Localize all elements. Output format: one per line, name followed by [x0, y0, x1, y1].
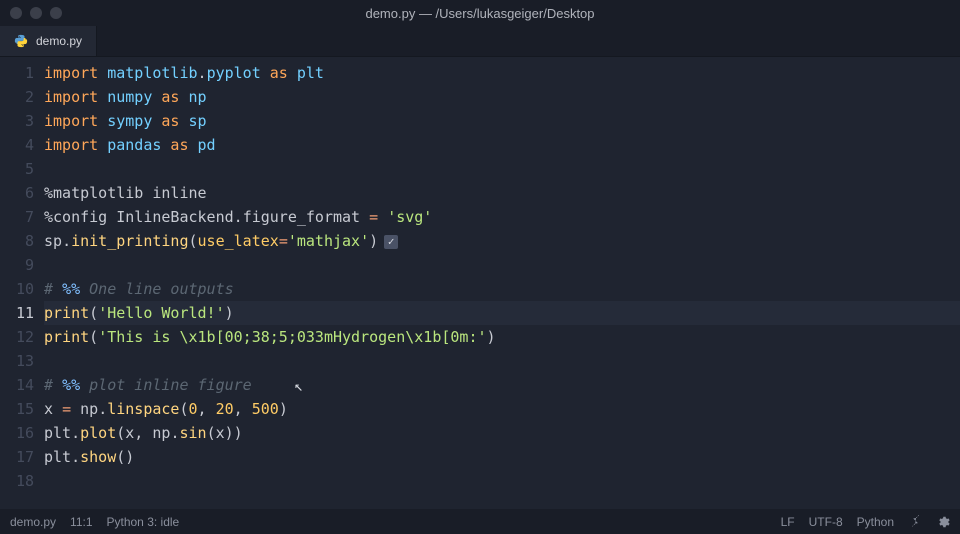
code-line[interactable]: # %% One line outputs	[44, 277, 960, 301]
python-file-icon	[14, 34, 28, 48]
line-number: 7	[0, 205, 44, 229]
code-line[interactable]: import numpy as np	[44, 85, 960, 109]
cell-executed-icon: ✓	[384, 235, 398, 249]
gear-icon[interactable]	[936, 515, 950, 529]
line-number: 5	[0, 157, 44, 181]
line-number: 10	[0, 277, 44, 301]
code-line[interactable]: import sympy as sp	[44, 109, 960, 133]
code-line[interactable]: print('This is \x1b[00;38;5;033mHydrogen…	[44, 325, 960, 349]
status-cursor-position[interactable]: 11:1	[70, 515, 92, 529]
tab-label: demo.py	[36, 34, 82, 48]
status-line-ending[interactable]: LF	[781, 515, 795, 529]
editor[interactable]: 123456789101112131415161718 ↖ import mat…	[0, 57, 960, 509]
status-language[interactable]: Python	[857, 515, 894, 529]
line-number: 11	[0, 301, 44, 325]
code-line[interactable]	[44, 253, 960, 277]
code-line[interactable]: plt.show()	[44, 445, 960, 469]
line-number: 1	[0, 61, 44, 85]
status-file[interactable]: demo.py	[10, 515, 56, 529]
code-line[interactable]	[44, 469, 960, 493]
status-encoding[interactable]: UTF-8	[809, 515, 843, 529]
line-number: 3	[0, 109, 44, 133]
window-title: demo.py — /Users/lukasgeiger/Desktop	[0, 6, 960, 21]
pin-icon[interactable]	[908, 515, 922, 529]
titlebar: demo.py — /Users/lukasgeiger/Desktop	[0, 0, 960, 26]
line-number: 6	[0, 181, 44, 205]
status-bar: demo.py 11:1 Python 3: idle LF UTF-8 Pyt…	[0, 509, 960, 534]
code-line[interactable]: import pandas as pd	[44, 133, 960, 157]
line-number: 17	[0, 445, 44, 469]
code-line[interactable]: # %% plot inline figure	[44, 373, 960, 397]
line-number: 16	[0, 421, 44, 445]
code-line[interactable]	[44, 349, 960, 373]
line-number: 15	[0, 397, 44, 421]
gutter: 123456789101112131415161718	[0, 57, 44, 509]
line-number: 4	[0, 133, 44, 157]
line-number: 9	[0, 253, 44, 277]
tab-bar: demo.py	[0, 26, 960, 57]
code-line[interactable]: %matplotlib inline	[44, 181, 960, 205]
code-line[interactable]: import matplotlib.pyplot as plt	[44, 61, 960, 85]
code-area[interactable]: ↖ import matplotlib.pyplot as pltimport …	[44, 57, 960, 509]
code-line[interactable]: print('Hello World!')	[44, 301, 960, 325]
line-number: 18	[0, 469, 44, 493]
code-line[interactable]: %config InlineBackend.figure_format = 's…	[44, 205, 960, 229]
status-kernel[interactable]: Python 3: idle	[107, 515, 180, 529]
close-window-button[interactable]	[10, 7, 22, 19]
minimize-window-button[interactable]	[30, 7, 42, 19]
zoom-window-button[interactable]	[50, 7, 62, 19]
line-number: 12	[0, 325, 44, 349]
line-number: 8	[0, 229, 44, 253]
line-number: 13	[0, 349, 44, 373]
code-line[interactable]: plt.plot(x, np.sin(x))	[44, 421, 960, 445]
code-line[interactable]: sp.init_printing(use_latex='mathjax')✓	[44, 229, 960, 253]
code-line[interactable]	[44, 157, 960, 181]
window-controls	[10, 7, 62, 19]
line-number: 14	[0, 373, 44, 397]
code-line[interactable]: x = np.linspace(0, 20, 500)	[44, 397, 960, 421]
line-number: 2	[0, 85, 44, 109]
tab-demo-py[interactable]: demo.py	[0, 26, 97, 56]
